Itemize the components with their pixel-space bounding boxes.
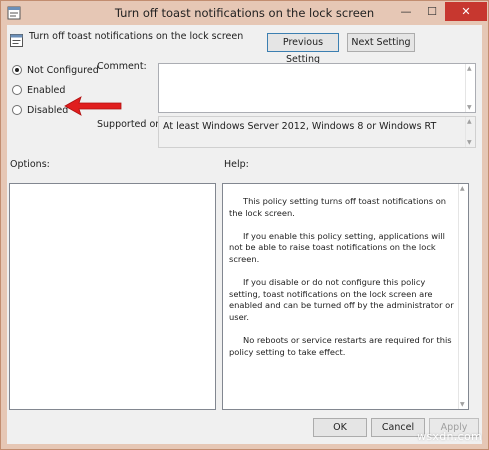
not-configured-radio[interactable]: Not Configured — [12, 63, 99, 77]
comment-field[interactable]: ▲ ▼ — [158, 63, 476, 113]
scroll-up-icon[interactable]: ▲ — [460, 185, 465, 192]
help-paragraph: No reboots or service restarts are requi… — [229, 335, 452, 357]
close-icon: ✕ — [461, 5, 471, 18]
comment-label: Comment: — [97, 61, 147, 72]
watermark: wsxdn.com — [417, 430, 482, 443]
maximize-button[interactable]: ☐ — [419, 2, 445, 21]
scroll-down-icon[interactable]: ▼ — [467, 139, 472, 146]
enabled-radio[interactable]: Enabled — [12, 83, 65, 97]
not-configured-label: Not Configured — [27, 64, 99, 76]
next-setting-button[interactable]: Next Setting — [347, 33, 415, 52]
supported-on-value: At least Windows Server 2012, Windows 8 … — [163, 121, 437, 132]
help-paragraph: If you disable or do not configure this … — [229, 277, 454, 322]
scroll-down-icon[interactable]: ▼ — [467, 104, 472, 111]
help-pane: This policy setting turns off toast noti… — [222, 183, 469, 410]
maximize-icon: ☐ — [427, 5, 437, 18]
supported-scrollbar[interactable]: ▲ ▼ — [465, 117, 475, 147]
radio-button[interactable] — [12, 85, 22, 95]
scroll-down-icon[interactable]: ▼ — [460, 401, 465, 408]
help-paragraph: This policy setting turns off toast noti… — [229, 196, 447, 218]
minimize-icon: — — [400, 5, 412, 18]
radio-button[interactable] — [12, 105, 22, 115]
comment-scrollbar[interactable]: ▲ ▼ — [465, 64, 475, 112]
help-paragraph: If you enable this policy setting, appli… — [229, 230, 445, 264]
options-label: Options: — [10, 159, 50, 170]
help-text: This policy setting turns off toast noti… — [229, 196, 454, 370]
scroll-up-icon[interactable]: ▲ — [467, 65, 472, 72]
policy-dialog-window: Turn off toast notifications on the lock… — [0, 0, 489, 450]
radio-button[interactable] — [12, 65, 22, 75]
minimize-button[interactable]: — — [393, 2, 419, 21]
close-button[interactable]: ✕ — [445, 2, 487, 21]
policy-name: Turn off toast notifications on the lock… — [29, 31, 244, 42]
disabled-radio[interactable]: Disabled — [12, 103, 68, 117]
supported-on-field: At least Windows Server 2012, Windows 8 … — [158, 116, 476, 148]
scroll-up-icon[interactable]: ▲ — [467, 118, 472, 125]
dialog-client-area: Turn off toast notifications on the lock… — [7, 25, 482, 444]
help-scrollbar[interactable]: ▲ ▼ — [458, 184, 468, 409]
supported-on-label: Supported on: — [97, 119, 165, 130]
enabled-label: Enabled — [27, 84, 66, 96]
ok-button[interactable]: OK — [313, 418, 367, 437]
help-label: Help: — [224, 159, 249, 170]
title-bar[interactable]: Turn off toast notifications on the lock… — [1, 1, 488, 25]
red-arrow-icon — [64, 96, 122, 116]
policy-settings-icon — [10, 34, 23, 47]
previous-setting-button[interactable]: Previous Setting — [267, 33, 339, 65]
options-pane — [9, 183, 216, 410]
